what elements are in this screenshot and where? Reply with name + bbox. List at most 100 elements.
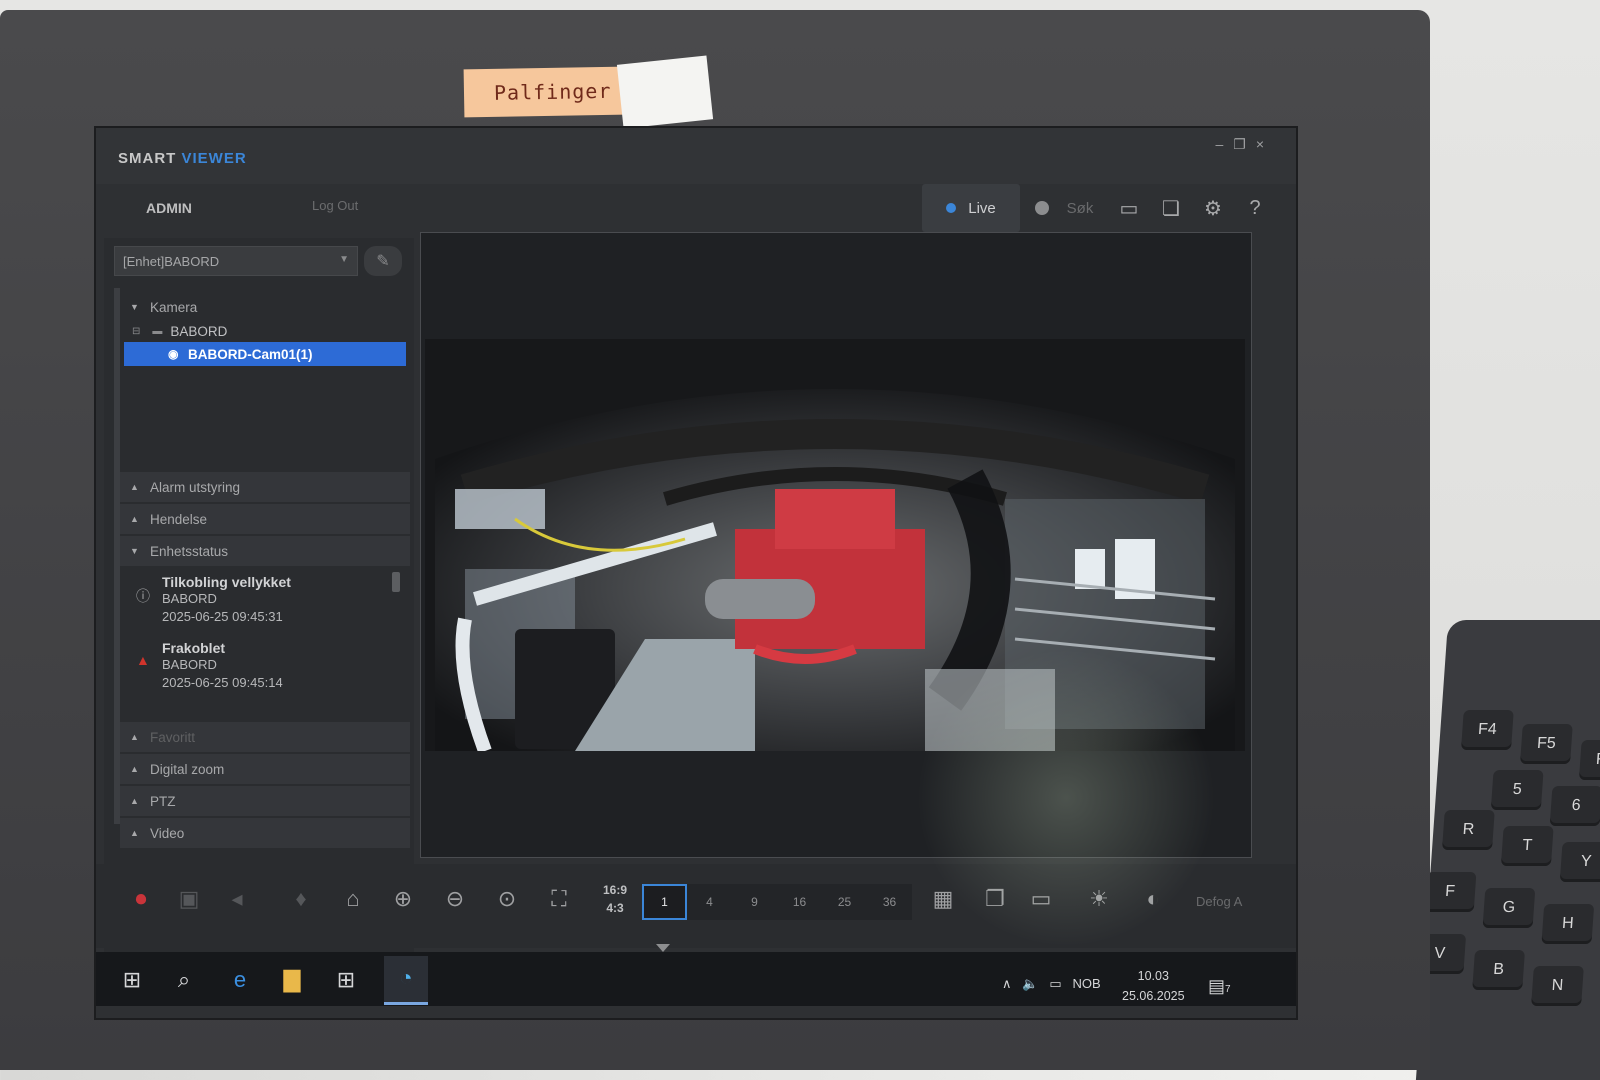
status-device: BABORD [162, 591, 217, 606]
ratio-wide[interactable]: 16:9 [592, 881, 638, 899]
chevron-up-icon: ▲ [130, 796, 139, 806]
status-time: 2025-06-25 09:45:31 [162, 609, 283, 624]
screen-glare [916, 648, 1216, 948]
audio-icon[interactable]: ◂ [220, 882, 254, 916]
section-alarm[interactable]: ▲ Alarm utstyring [120, 472, 410, 502]
help-icon[interactable]: ? [1234, 184, 1276, 232]
collapse-toolbar-icon[interactable] [656, 944, 670, 952]
smartviewer-taskbar-app[interactable]: ◔ [384, 956, 428, 1005]
sticker-tape [616, 55, 714, 129]
edit-pencil-icon[interactable]: ✎ [364, 246, 402, 276]
language-indicator[interactable]: NOB [1073, 976, 1101, 991]
live-button[interactable]: Live [922, 184, 1020, 232]
status-list: ⓘ Tilkobling vellykket BABORD 2025-06-25… [120, 574, 408, 722]
sticker-label: Palfinger [463, 66, 625, 118]
section-device-status-label: Enhetsstatus [150, 543, 229, 559]
defog-button[interactable]: Defog A [1196, 894, 1242, 909]
edge-browser-icon[interactable]: e [220, 960, 260, 1000]
layout-9[interactable]: 9 [732, 884, 777, 920]
logout-link[interactable]: Log Out [312, 198, 358, 213]
notification-center-icon: ▤ [1208, 976, 1226, 996]
gear-icon[interactable]: ⚙ [1192, 184, 1234, 232]
collapse-icon: ⊟ [132, 326, 141, 337]
search-button[interactable]: Søk [1020, 184, 1108, 232]
layout-1[interactable]: 1 [642, 884, 687, 920]
key-g: G [1482, 888, 1536, 928]
logo-text-smart: SMART [118, 150, 177, 167]
section-video[interactable]: ▲ Video [120, 818, 410, 848]
status-title: Tilkobling vellykket [162, 574, 291, 590]
zoom-out-icon[interactable]: ⊖ [438, 882, 472, 916]
chevron-down-icon: ▼ [130, 546, 139, 556]
layout-25[interactable]: 25 [822, 884, 867, 920]
camera-icon: ◉ [168, 347, 179, 361]
mic-icon[interactable]: ♦ [284, 882, 318, 916]
section-device-status[interactable]: ▼ Enhetsstatus [120, 536, 410, 566]
key-t: T [1500, 826, 1554, 866]
device-select[interactable]: [Enhet]BABORD ▼ [114, 246, 358, 276]
chevron-up-icon: ▲ [130, 828, 139, 838]
notification-icon[interactable]: ▤7 [1208, 976, 1231, 997]
section-video-label: Video [150, 825, 185, 841]
layout-icon[interactable]: ❏ [1150, 184, 1192, 232]
chevron-up-icon[interactable]: ∧ [1002, 976, 1012, 991]
key-h: H [1541, 904, 1595, 944]
system-tray: ∧ 🔈 ▭ NOB [1002, 976, 1101, 992]
window-controls: –❐× [1215, 136, 1274, 153]
section-favorite[interactable]: ▲ Favoritt [120, 722, 410, 752]
user-name: ADMIN [146, 200, 192, 216]
file-explorer-icon[interactable]: ▇ [272, 960, 312, 1000]
key-5: 5 [1490, 770, 1544, 810]
section-ptz[interactable]: ▲ PTZ [120, 786, 410, 816]
layout-36[interactable]: 36 [867, 884, 912, 920]
clock-time: 10.03 [1137, 969, 1169, 983]
store-icon[interactable]: ⊞ [326, 960, 366, 1000]
section-digital-zoom[interactable]: ▲ Digital zoom [120, 754, 410, 784]
status-device: BABORD [162, 657, 217, 672]
search-icon[interactable]: ⌕ [164, 960, 204, 1000]
key-n: N [1531, 966, 1584, 1006]
screen: SMART VIEWER –❐× ADMIN Log Out Live Søk … [94, 126, 1298, 1020]
monitor-icon[interactable]: ▭ [1108, 184, 1150, 232]
key-6: 6 [1549, 786, 1600, 826]
section-ptz-label: PTZ [150, 793, 176, 809]
logo-text-viewer: VIEWER [181, 150, 247, 167]
search-mode-icon [1034, 201, 1049, 215]
fullscreen-icon[interactable]: ⛶ [542, 882, 576, 916]
info-icon: ⓘ [136, 588, 150, 604]
top-nav: Live Søk ▭ ❏ ⚙ ? [922, 180, 1276, 236]
zoom-in-icon[interactable]: ⊕ [386, 882, 420, 916]
status-item: ▲ Frakoblet BABORD 2025-06-25 09:45:14 [120, 640, 390, 704]
tree-device-label: BABORD [170, 324, 228, 339]
snapshot-icon[interactable]: ▣ [172, 882, 206, 916]
key-r: R [1442, 810, 1495, 850]
key-f: F [1423, 872, 1477, 912]
device-icon: ▬ [152, 326, 163, 337]
minimize-icon[interactable]: – [1215, 136, 1233, 152]
status-title: Frakoblet [162, 640, 226, 656]
section-camera[interactable]: ▼ Kamera [120, 292, 410, 322]
alarm-out-icon[interactable]: ⌂ [336, 882, 370, 916]
key-y: Y [1559, 842, 1600, 882]
layout-4[interactable]: 4 [687, 884, 732, 920]
restore-icon[interactable]: ❐ [1233, 136, 1256, 152]
clock-date: 25.06.2025 [1122, 989, 1185, 1003]
network-icon[interactable]: ▭ [1049, 976, 1061, 991]
close-icon[interactable]: × [1256, 136, 1274, 152]
tree-camera-selected[interactable]: ◉ BABORD-Cam01(1) [124, 342, 406, 366]
section-camera-label: Kamera [150, 299, 198, 315]
tree-device[interactable]: ⊟ ▬ BABORD [132, 324, 227, 339]
smartviewer-app-icon: ◔ [399, 965, 413, 990]
section-event[interactable]: ▲ Hendelse [120, 504, 410, 534]
live-icon [946, 203, 957, 213]
taskbar-clock[interactable]: 10.03 25.06.2025 [1122, 966, 1185, 1006]
record-icon[interactable]: ⏺ [124, 882, 158, 916]
aspect-ratio[interactable]: 16:9 4:3 [592, 881, 638, 919]
status-scrollbar[interactable] [392, 572, 400, 592]
ratio-standard[interactable]: 4:3 [592, 899, 638, 917]
volume-icon[interactable]: 🔈 [1022, 976, 1038, 991]
windows-start-icon[interactable]: ⊞ [112, 960, 152, 1000]
layout-16[interactable]: 16 [777, 884, 822, 920]
section-digital-zoom-label: Digital zoom [150, 761, 225, 777]
zoom-reset-icon[interactable]: ⊙ [490, 882, 524, 916]
